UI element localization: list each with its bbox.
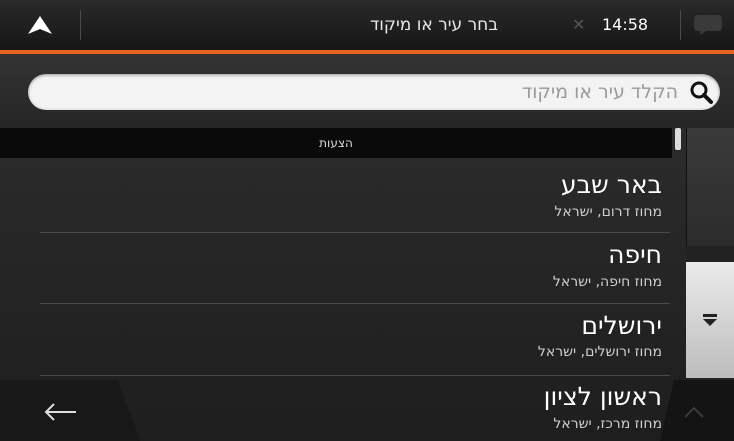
city-name: ראשון לציון: [543, 382, 662, 411]
city-name: חיפה: [608, 240, 662, 269]
search-box[interactable]: [28, 74, 720, 110]
back-button[interactable]: [40, 398, 80, 430]
clock: 14:58: [602, 15, 649, 34]
list-item[interactable]: באר שבע מחוז דרום, ישראל: [0, 158, 672, 231]
city-name: באר שבע: [560, 170, 662, 199]
chevron-up-icon[interactable]: [683, 404, 705, 423]
list-item[interactable]: ירושלים מחוז ירושלים, ישראל: [0, 304, 672, 374]
page-title: בחר עיר או מיקוד: [370, 15, 499, 35]
city-name: ירושלים: [581, 311, 662, 340]
search-input[interactable]: [78, 74, 678, 110]
navigation-arrow-icon: [28, 16, 52, 34]
separator: [680, 10, 681, 40]
scroll-up-button[interactable]: [686, 128, 734, 246]
navigation-button[interactable]: [0, 0, 80, 50]
message-bubble-icon: [694, 15, 722, 35]
city-region: מחוז ירושלים, ישראל: [537, 344, 662, 360]
city-region: מחוז חיפה, ישראל: [552, 274, 662, 290]
back-arrow-icon: [44, 403, 76, 421]
top-bar: בחר עיר או מיקוד ✕ 14:58: [0, 0, 734, 50]
city-region: מחוז מרכז, ישראל: [553, 416, 662, 432]
scrollbar-thumb[interactable]: [675, 128, 681, 150]
chevron-down-icon: [703, 314, 717, 326]
clear-icon: ✕: [572, 15, 586, 34]
list-item[interactable]: חיפה מחוז חיפה, ישראל: [0, 233, 672, 303]
search-icon[interactable]: [688, 79, 714, 109]
section-header: הצעות: [0, 128, 672, 158]
message-button[interactable]: [692, 13, 724, 41]
separator: [80, 10, 81, 40]
city-region: מחוז דרום, ישראל: [554, 204, 662, 220]
scroll-down-button[interactable]: [686, 262, 734, 378]
search-area: [0, 54, 734, 128]
